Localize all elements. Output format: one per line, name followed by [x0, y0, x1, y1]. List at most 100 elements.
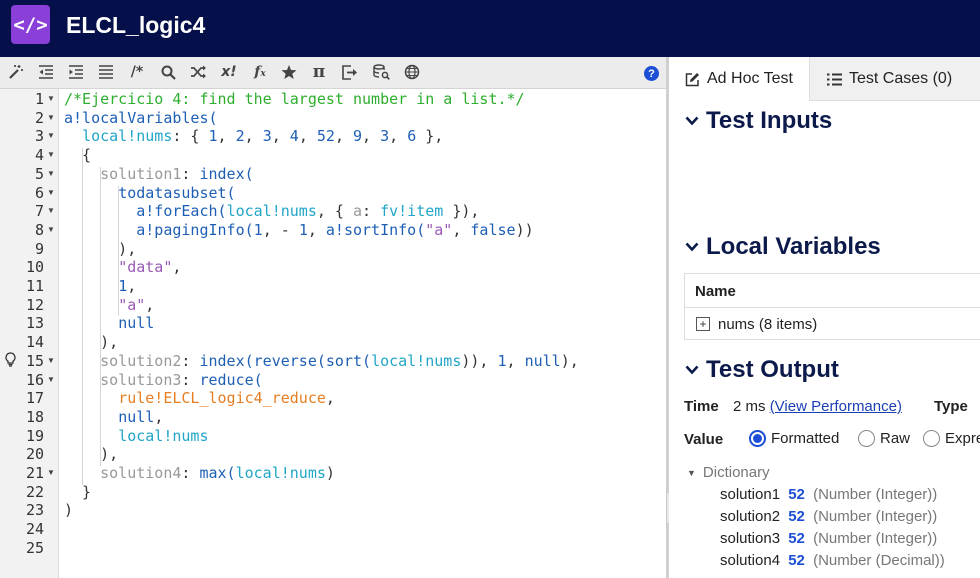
line-number: 25: [25, 538, 44, 557]
tab-ad-hoc-test[interactable]: Ad Hoc Test: [669, 57, 810, 101]
code-token: 1: [118, 277, 128, 295]
code-token: index(: [199, 164, 254, 183]
export-icon[interactable]: [341, 62, 359, 82]
help-icon[interactable]: ?: [644, 66, 659, 81]
code-line[interactable]: }: [64, 483, 91, 502]
globe-icon[interactable]: [403, 62, 421, 82]
search-icon[interactable]: [159, 62, 177, 82]
fold-arrow-icon[interactable]: ▼: [47, 165, 55, 184]
line-number: 2: [34, 108, 44, 127]
fold-arrow-icon[interactable]: ▼: [47, 109, 55, 128]
code-line[interactable]: solution4: max(local!nums): [64, 464, 335, 483]
code-token: 6: [407, 127, 417, 146]
indent-icon[interactable]: [67, 62, 85, 82]
tab-label: Ad Hoc Test: [707, 70, 793, 87]
code-line[interactable]: todatasubset(: [64, 184, 235, 203]
list-item: solution2 52 (Number (Integer)): [720, 508, 937, 525]
code-line[interactable]: null: [64, 314, 154, 333]
variable-label: nums (8 items): [718, 316, 818, 333]
view-performance-link[interactable]: (View Performance): [770, 398, 902, 415]
code-line[interactable]: ),: [64, 445, 118, 464]
fold-arrow-icon[interactable]: ▼: [47, 464, 55, 483]
code-token: null: [118, 407, 155, 426]
code-token: ,: [217, 127, 236, 146]
radio-raw[interactable]: Raw: [858, 430, 910, 447]
test-inputs-header[interactable]: Test Inputs: [685, 107, 832, 135]
test-output-header[interactable]: Test Output: [685, 356, 839, 384]
code-token: solution3: [100, 370, 182, 389]
code-line[interactable]: {: [64, 146, 91, 165]
code-token: fv!item: [380, 202, 444, 221]
pi-icon[interactable]: π: [310, 62, 328, 82]
code-line[interactable]: solution3: reduce(: [64, 371, 263, 390]
line-number: 11: [25, 277, 44, 295]
code-line[interactable]: null,: [64, 408, 163, 427]
line-number: 21: [25, 464, 44, 482]
star-icon[interactable]: [280, 62, 298, 82]
fold-arrow-icon[interactable]: ▼: [47, 221, 55, 240]
fold-arrow-icon[interactable]: ▼: [47, 202, 55, 221]
code-token: 1: [253, 220, 263, 239]
line-number-gutter: 1 ▼ 2 ▼ 3 ▼ 4 ▼ 5 ▼ 6 ▼ 7 ▼ 8 ▼ 9 10 11 12 13 14 15 ▼ 16 ▼ 17 18 19 2…: [0, 89, 59, 578]
code-line[interactable]: ),: [64, 333, 118, 352]
solution-type: (Number (Integer)): [813, 530, 938, 547]
code-token: ,: [307, 220, 326, 239]
code-line[interactable]: local!nums: [64, 427, 208, 446]
comment-icon[interactable]: /*: [126, 62, 148, 82]
function-subscript: x: [260, 69, 266, 79]
fold-arrow-icon[interactable]: ▼: [47, 371, 55, 390]
magic-wand-icon[interactable]: [7, 62, 25, 82]
code-line[interactable]: ),: [64, 240, 136, 259]
code-line[interactable]: ): [64, 501, 73, 520]
page-title: ELCL_logic4: [66, 12, 206, 38]
code-editor[interactable]: 1 ▼ 2 ▼ 3 ▼ 4 ▼ 5 ▼ 6 ▼ 7 ▼ 8 ▼ 9 10 11 12 13 14 15 ▼ 16 ▼ 17 18 19 2…: [0, 89, 666, 578]
fold-arrow-icon[interactable]: ▼: [47, 146, 55, 165]
line-number: 16: [25, 370, 44, 389]
list-icon[interactable]: [97, 62, 115, 82]
code-line[interactable]: a!pagingInfo(1, - 1, a!sortInfo("a", fal…: [64, 220, 533, 240]
fold-arrow-icon[interactable]: ▼: [47, 352, 55, 371]
tab-test-cases[interactable]: Test Cases (0): [827, 57, 952, 101]
section-title-text: Test Inputs: [706, 107, 833, 134]
code-token: a!sortInfo(: [325, 220, 426, 239]
code-line[interactable]: "data",: [64, 258, 181, 277]
code-token: "a": [118, 295, 146, 314]
line-number: 19: [25, 426, 44, 445]
code-line[interactable]: "a",: [64, 296, 154, 315]
code-line[interactable]: /*Ejercicio 4: find the largest number i…: [64, 90, 525, 109]
code-line[interactable]: 1,: [64, 277, 136, 296]
function-icon[interactable]: fx: [250, 62, 270, 82]
code-line[interactable]: rule!ELCL_logic4_reduce,: [64, 389, 335, 408]
code-token: },: [416, 127, 444, 146]
expand-plus-icon[interactable]: +: [696, 317, 710, 331]
radio-formatted[interactable]: Formatted: [749, 430, 839, 447]
fold-arrow-icon[interactable]: ▼: [47, 127, 55, 146]
outdent-icon[interactable]: [37, 62, 55, 82]
local-variables-header[interactable]: Local Variables: [685, 233, 881, 261]
table-row[interactable]: + nums (8 items): [685, 308, 980, 341]
dictionary-toggle[interactable]: ▼ Dictionary: [687, 464, 770, 481]
line-number: 5: [34, 164, 44, 183]
fold-arrow-icon[interactable]: ▼: [47, 184, 55, 203]
database-search-icon[interactable]: [372, 62, 390, 82]
code-line[interactable]: a!localVariables(: [64, 109, 218, 128]
lightbulb-icon[interactable]: [5, 352, 16, 373]
code-line[interactable]: solution1: index(: [64, 165, 254, 184]
x-factorial-icon[interactable]: x!: [218, 62, 240, 82]
fold-arrow-icon[interactable]: ▼: [47, 90, 55, 109]
code-token: ,: [145, 295, 155, 314]
code-line[interactable]: solution2: index(reverse(sort(local!nums…: [64, 352, 579, 371]
code-line[interactable]: a!forEach(local!nums, { a: fv!item }),: [64, 202, 479, 221]
shuffle-icon[interactable]: [189, 62, 207, 82]
code-line[interactable]: local!nums: { 1, 2, 3, 4, 52, 9, 3, 6 },: [64, 127, 443, 146]
code-token: ,: [127, 277, 137, 295]
code-token: ,: [452, 220, 471, 239]
radio-expression[interactable]: Expre: [923, 430, 980, 447]
radio-unselected-icon: [858, 430, 875, 447]
